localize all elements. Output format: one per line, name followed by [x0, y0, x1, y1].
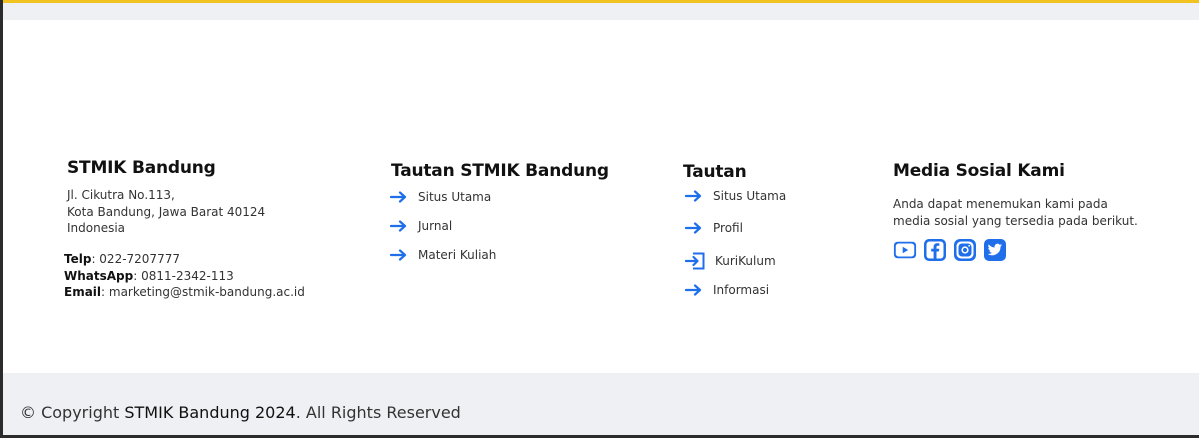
footer-frame: STMIK Bandung Jl. Cikutra No.113, Kota B… [3, 0, 1199, 435]
brand-column: STMIK Bandung [67, 158, 216, 178]
contact-whatsapp: WhatsApp: 0811-2342-113 [64, 268, 305, 285]
contact-block: Telp: 022-7207777 WhatsApp: 0811-2342-11… [64, 251, 305, 301]
stmik-link-situs-utama[interactable]: Situs Utama [390, 190, 491, 204]
copyright-brand: STMIK Bandung 2024 [124, 403, 296, 422]
address-line-2: Kota Bandung, Jawa Barat 40124 [67, 204, 266, 219]
social-title: Media Sosial Kami [893, 161, 1065, 181]
copyright-text: © Copyright STMIK Bandung 2024. All Righ… [20, 403, 461, 422]
instagram-icon[interactable] [953, 238, 977, 262]
stmik-links-column: Tautan STMIK Bandung [391, 161, 609, 181]
copyright-prefix: © Copyright [20, 403, 125, 422]
link-informasi[interactable]: Informasi [685, 283, 769, 297]
link-kurikulum[interactable]: KuriKulum [685, 252, 776, 270]
copyright-suffix: . All Rights Reserved [295, 403, 461, 422]
stmik-link-label: Situs Utama [418, 190, 492, 204]
arrow-right-icon [390, 249, 407, 261]
contact-whatsapp-label: WhatsApp [64, 268, 134, 283]
links-column: Tautan [683, 162, 747, 182]
contact-phone: Telp: 022-7207777 [64, 251, 305, 268]
contact-phone-value: : 022-7207777 [91, 252, 180, 266]
facebook-icon[interactable] [923, 238, 947, 262]
social-description: Anda dapat menemukan kami pada media sos… [893, 196, 1138, 229]
social-icons [893, 238, 1007, 262]
top-band [3, 0, 1199, 20]
contact-whatsapp-value: : 0811-2342-113 [133, 268, 234, 283]
twitter-icon[interactable] [983, 238, 1007, 262]
stmik-link-label: Materi Kuliah [418, 248, 497, 262]
social-description-line-2: media sosial yang tersedia pada berikut. [893, 213, 1138, 228]
brand-title: STMIK Bandung [67, 158, 216, 178]
youtube-icon[interactable] [893, 238, 917, 262]
link-label: Informasi [713, 283, 770, 297]
social-description-line-1: Anda dapat menemukan kami pada [893, 197, 1108, 211]
link-profil[interactable]: Profil [685, 221, 743, 235]
contact-email-value: : marketing@stmik-bandung.ac.id [101, 285, 305, 299]
stmik-link-materi-kuliah[interactable]: Materi Kuliah [390, 248, 496, 262]
link-label: KuriKulum [715, 254, 776, 268]
address-block: Jl. Cikutra No.113, Kota Bandung, Jawa B… [67, 187, 265, 237]
stmik-link-jurnal[interactable]: Jurnal [390, 219, 452, 233]
social-column: Media Sosial Kami [893, 161, 1065, 181]
address-line-1: Jl. Cikutra No.113, [67, 188, 175, 202]
arrow-right-icon [685, 284, 702, 296]
stmik-link-label: Jurnal [418, 219, 453, 233]
link-situs-utama[interactable]: Situs Utama [685, 189, 786, 203]
contact-phone-label: Telp [64, 252, 92, 266]
links-title: Tautan [683, 162, 747, 182]
stmik-links-title: Tautan STMIK Bandung [391, 161, 609, 181]
arrow-right-icon [685, 222, 702, 234]
contact-email-label: Email [64, 285, 102, 299]
link-label: Profil [713, 221, 743, 235]
contact-email: Email: marketing@stmik-bandung.ac.id [64, 284, 305, 301]
sign-in-icon [685, 252, 705, 270]
address-line-3: Indonesia [67, 221, 126, 235]
arrow-right-icon [390, 191, 407, 203]
arrow-right-icon [390, 220, 407, 232]
arrow-right-icon [685, 190, 702, 202]
link-label: Situs Utama [713, 189, 787, 203]
